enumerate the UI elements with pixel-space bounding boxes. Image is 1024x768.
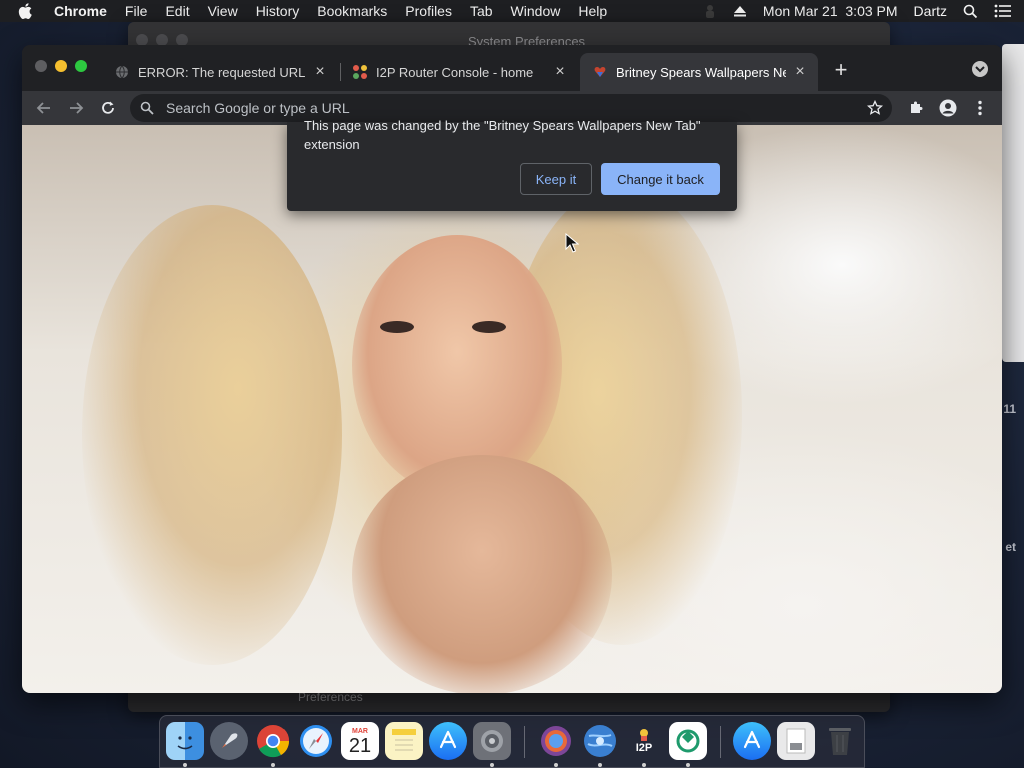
eject-icon[interactable] [733, 4, 747, 18]
menu-view[interactable]: View [208, 3, 238, 19]
calendar-icon[interactable]: MAR 21 [341, 722, 379, 760]
close-tab-icon[interactable]: × [792, 63, 808, 80]
calendar-month: MAR [352, 727, 368, 735]
running-indicator [642, 763, 646, 767]
search-icon [140, 100, 156, 116]
dock-separator [720, 726, 721, 758]
extension-changed-bubble: This page was changed by the "Britney Sp… [287, 118, 737, 211]
menu-edit[interactable]: Edit [165, 3, 189, 19]
tab-label: ERROR: The requested URL co [138, 64, 306, 80]
extension-favicon [592, 64, 608, 80]
change-it-back-button[interactable]: Change it back [601, 163, 720, 195]
menu-bar: Chrome File Edit View History Bookmarks … [0, 0, 1024, 22]
notes-icon[interactable] [385, 722, 423, 760]
tab-strip: ERROR: The requested URL co × I2P Router… [22, 45, 1002, 91]
tab-i2p-console[interactable]: I2P Router Console - home × [340, 53, 578, 91]
dock: MAR 21 I2P [159, 715, 865, 768]
i2p-icon[interactable]: I2P [625, 722, 663, 760]
extensions-button[interactable] [904, 96, 928, 120]
tab-search-button[interactable] [972, 61, 988, 77]
background-window-edge [1002, 44, 1024, 362]
menu-window[interactable]: Window [511, 3, 561, 19]
wallpaper-hair [82, 205, 342, 665]
chrome-window[interactable]: ERROR: The requested URL co × I2P Router… [22, 45, 1002, 693]
running-indicator [554, 763, 558, 767]
launchpad-icon[interactable] [210, 722, 248, 760]
arrow-left-icon [36, 102, 50, 114]
reload-icon [102, 101, 114, 114]
i2p-label: I2P [635, 742, 653, 754]
chrome-menu-button[interactable] [968, 96, 992, 120]
finder-icon[interactable] [166, 722, 204, 760]
running-indicator [271, 763, 275, 767]
dock-separator [524, 726, 525, 758]
tab-label: Britney Spears Wallpapers New [616, 64, 786, 80]
bookmark-star-icon[interactable] [866, 99, 884, 117]
menubar-user[interactable]: Dartz [914, 3, 947, 19]
close-tab-icon[interactable]: × [552, 63, 568, 80]
running-indicator [598, 763, 602, 767]
control-center-list-icon[interactable] [994, 4, 1012, 18]
extension-bubble-message: This page was changed by the "Britney Sp… [304, 118, 701, 152]
minimize-window-button[interactable] [55, 60, 67, 72]
menu-history[interactable]: History [256, 3, 300, 19]
background-text-fragment: et [1005, 540, 1016, 554]
avatar-icon [939, 99, 957, 117]
menu-file[interactable]: File [125, 3, 148, 19]
network-globe-icon[interactable] [581, 722, 619, 760]
menubar-status-area: Mon Mar 21 3:03 PM Dartz [703, 0, 1024, 22]
apple-menu-icon[interactable] [18, 3, 38, 19]
running-indicator [183, 763, 187, 767]
window-traffic-lights [35, 60, 87, 72]
puzzle-piece-icon [911, 101, 923, 113]
app-store-icon[interactable] [429, 722, 467, 760]
mouse-cursor-icon [565, 233, 579, 253]
background-text-fragment: 11 [1003, 402, 1016, 416]
wallpaper-face [352, 235, 562, 495]
maximize-window-button[interactable] [75, 60, 87, 72]
tab-label: I2P Router Console - home [376, 64, 534, 80]
menu-tab[interactable]: Tab [470, 3, 493, 19]
menu-bookmarks[interactable]: Bookmarks [317, 3, 387, 19]
safari-icon[interactable] [297, 722, 335, 760]
calendar-day: 21 [348, 734, 372, 757]
tab-error-page[interactable]: ERROR: The requested URL co × [102, 53, 338, 91]
i2p-favicon [352, 64, 368, 80]
running-indicator [490, 763, 494, 767]
running-indicator [686, 763, 690, 767]
document-icon[interactable] [777, 722, 815, 760]
menubar-clock[interactable]: Mon Mar 21 3:03 PM [763, 3, 898, 19]
app-store-folder-icon[interactable] [733, 722, 771, 760]
profile-button[interactable] [936, 96, 960, 120]
menu-help[interactable]: Help [578, 3, 607, 19]
more-vert-icon [978, 100, 982, 116]
reload-button[interactable] [96, 96, 120, 120]
wallpaper-eye [472, 321, 506, 333]
menu-profiles[interactable]: Profiles [405, 3, 452, 19]
chrome-icon[interactable] [254, 722, 292, 760]
system-preferences-icon[interactable] [473, 722, 511, 760]
arrow-right-icon [70, 102, 84, 114]
spotlight-search-icon[interactable] [963, 4, 978, 19]
tab-britney-wallpapers[interactable]: Britney Spears Wallpapers New × [580, 53, 818, 91]
wallpaper-eye [380, 321, 414, 333]
keep-it-button[interactable]: Keep it [520, 163, 592, 195]
back-button[interactable] [32, 96, 56, 120]
globe-icon [114, 64, 130, 80]
close-tab-icon[interactable]: × [312, 63, 328, 80]
forward-button[interactable] [64, 96, 88, 120]
address-bar-input[interactable] [166, 100, 866, 116]
menu-app-chrome[interactable]: Chrome [54, 3, 107, 19]
sync-app-icon[interactable] [669, 722, 707, 760]
close-window-button[interactable] [35, 60, 47, 72]
wallpaper-hand [352, 455, 612, 693]
chevron-down-icon [975, 66, 985, 73]
tor-status-icon[interactable] [703, 3, 717, 19]
tor-browser-icon[interactable] [537, 722, 575, 760]
trash-icon[interactable] [821, 722, 859, 760]
new-tab-button[interactable]: + [830, 57, 852, 82]
